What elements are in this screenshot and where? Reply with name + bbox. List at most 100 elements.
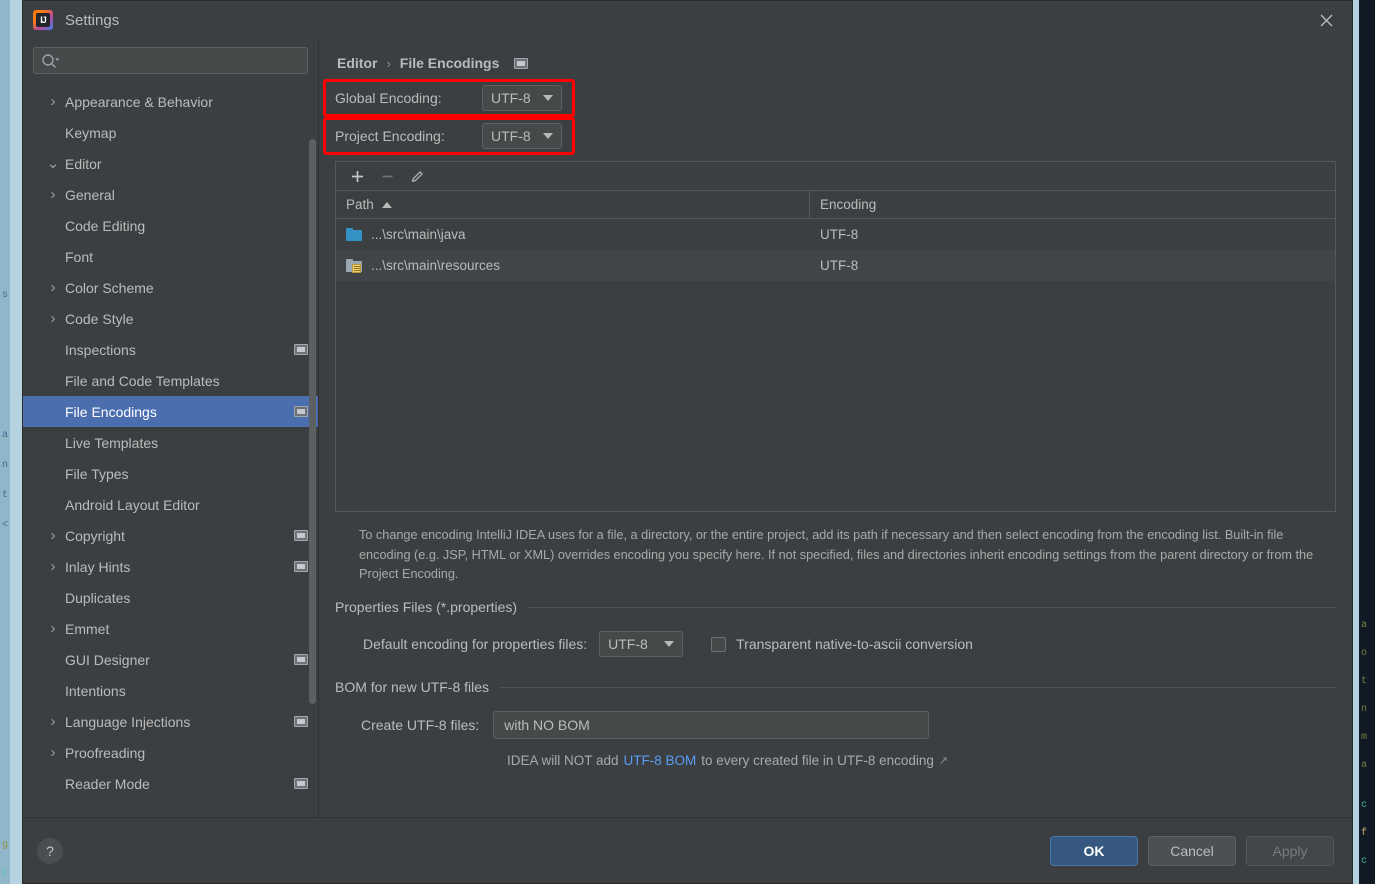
create-utf8-dropdown[interactable]: with NO BOM (493, 711, 930, 740)
edit-pencil-icon[interactable] (404, 165, 430, 188)
cancel-button[interactable]: Cancel (1148, 835, 1236, 866)
table-body: ...\src\main\java UTF-8 ...\src\main\resou… (336, 219, 1335, 281)
sidebar-item-android-layout-editor[interactable]: ›Android Layout Editor (23, 489, 318, 520)
create-utf8-label: Create UTF-8 files: (361, 717, 480, 734)
sidebar-item-live-templates[interactable]: ›Live Templates (23, 427, 318, 458)
sidebar-item-file-types[interactable]: ›File Types (23, 458, 318, 489)
sidebar-item-intentions[interactable]: ›Intentions (23, 675, 318, 706)
chevron-right-icon[interactable]: › (45, 93, 61, 110)
search-box[interactable] (33, 47, 308, 74)
global-encoding-label: Global Encoding: (335, 90, 442, 106)
table-cell-path: ...\src\main\java (336, 227, 810, 242)
column-header-encoding[interactable]: Encoding (810, 191, 1335, 218)
sidebar-item-label: Inspections (65, 341, 136, 358)
chevron-right-icon[interactable]: › (45, 620, 61, 637)
breadcrumb-parent[interactable]: Editor (337, 55, 377, 71)
backdrop-left-ghost: g (2, 840, 9, 851)
chevron-right-icon[interactable]: › (45, 186, 61, 203)
breadcrumb: Editor › File Encodings (335, 39, 1336, 75)
bom-section: BOM for new UTF-8 files Create UTF-8 fil… (335, 679, 1336, 768)
encodings-help-text: To change encoding IntelliJ IDEA uses fo… (359, 528, 1314, 582)
sidebar-item-file-and-code-templates[interactable]: ›File and Code Templates (23, 365, 318, 396)
add-path-button[interactable] (344, 165, 370, 188)
sidebar-item-label: Language Injections (65, 713, 191, 730)
sidebar-item-label: File Encodings (65, 403, 157, 420)
utf8-bom-link[interactable]: UTF-8 BOM (624, 753, 697, 768)
table-row[interactable]: ...\src\main\resources UTF-8 (336, 250, 1335, 281)
sidebar-item-appearance-behavior[interactable]: › Appearance & Behavior (23, 86, 318, 117)
table-cell-path-label: ...\src\main\java (371, 227, 466, 242)
chevron-down-icon[interactable]: ⌄ (45, 156, 61, 171)
project-scope-icon (294, 561, 308, 572)
column-header-path-label: Path (346, 197, 374, 212)
project-encoding-value: UTF-8 (491, 128, 531, 144)
encodings-table-block: Path Encoding ...\src\main\java UTF-8 ...\… (335, 161, 1336, 512)
sidebar-item-editor[interactable]: ⌄ Editor (23, 148, 318, 179)
sidebar-item-language-injections[interactable]: › Language Injections (23, 706, 318, 737)
column-header-path[interactable]: Path (336, 191, 810, 218)
sidebar-item-label: Inlay Hints (65, 558, 131, 575)
project-scope-icon (294, 530, 308, 541)
sidebar-item-file-encodings[interactable]: ›File Encodings (23, 396, 318, 427)
chevron-right-icon[interactable]: › (45, 713, 61, 730)
sidebar-item-general[interactable]: › General (23, 179, 318, 210)
section-divider (499, 686, 1336, 688)
sidebar-item-code-style[interactable]: › Code Style (23, 303, 318, 334)
bom-hint-line: IDEA will NOT add UTF-8 BOM to every cre… (335, 753, 1336, 768)
backdrop-left-ghost: a (2, 430, 9, 441)
chevron-right-icon[interactable]: › (45, 744, 61, 761)
table-cell-encoding[interactable]: UTF-8 (810, 258, 1335, 273)
sidebar-item-label: GUI Designer (65, 651, 150, 668)
sidebar-item-inspections[interactable]: ›Inspections (23, 334, 318, 365)
remove-path-button[interactable] (374, 165, 400, 188)
chevron-right-icon[interactable]: › (45, 279, 61, 296)
column-header-encoding-label: Encoding (820, 197, 877, 212)
global-encoding-row: Global Encoding: UTF-8 (335, 81, 1336, 115)
apply-button[interactable]: Apply (1246, 835, 1334, 866)
sidebar-item-emmet[interactable]: › Emmet (23, 613, 318, 644)
sidebar-item-reader-mode[interactable]: ›Reader Mode (23, 768, 318, 799)
breadcrumb-current: File Encodings (399, 55, 500, 71)
folder-resource-icon (346, 259, 362, 273)
chevron-right-icon[interactable]: › (45, 527, 61, 544)
table-cell-path-label: ...\src\main\resources (371, 258, 501, 273)
dialog-titlebar: IJ Settings (23, 1, 1352, 39)
chevron-right-icon[interactable]: › (45, 558, 61, 575)
sidebar-scrollbar[interactable] (309, 139, 316, 704)
project-scope-icon (294, 406, 308, 417)
external-link-icon: ↗ (938, 755, 949, 768)
global-encoding-dropdown[interactable]: UTF-8 (482, 85, 562, 111)
transparent-conversion-checkbox[interactable] (711, 636, 727, 652)
sidebar-item-font[interactable]: ›Font (23, 241, 318, 272)
backdrop-code-ghost: f (1361, 828, 1368, 839)
sidebar-item-inlay-hints[interactable]: › Inlay Hints (23, 551, 318, 582)
settings-sidebar: ›Appearance & Behavior›Keymap⌄Editor›Gen… (23, 39, 319, 817)
backdrop-code-ghost: c (1361, 800, 1368, 811)
table-toolbar (335, 161, 1336, 190)
transparent-conversion-row[interactable]: Transparent native-to-ascii conversion (711, 636, 973, 652)
project-encoding-row: Project Encoding: UTF-8 (335, 119, 1336, 153)
backdrop-code-ghost: a (1361, 620, 1368, 631)
dialog-title: Settings (65, 11, 120, 29)
sidebar-item-label: Appearance & Behavior (65, 93, 213, 110)
sidebar-item-color-scheme[interactable]: › Color Scheme (23, 272, 318, 303)
sidebar-item-gui-designer[interactable]: ›GUI Designer (23, 644, 318, 675)
sidebar-item-copyright[interactable]: › Copyright (23, 520, 318, 551)
sidebar-item-proofreading[interactable]: › Proofreading (23, 737, 318, 768)
sidebar-item-label: Duplicates (65, 589, 131, 606)
search-input[interactable] (66, 52, 299, 69)
project-encoding-dropdown[interactable]: UTF-8 (482, 123, 562, 149)
sidebar-item-code-editing[interactable]: ›Code Editing (23, 210, 318, 241)
chevron-down-icon (664, 641, 675, 648)
table-row[interactable]: ...\src\main\java UTF-8 (336, 219, 1335, 250)
ok-button[interactable]: OK (1050, 835, 1138, 866)
backdrop-code-ghost: o (1361, 648, 1368, 659)
chevron-right-icon[interactable]: › (45, 310, 61, 327)
help-button[interactable]: ? (37, 837, 63, 864)
properties-encoding-dropdown[interactable]: UTF-8 (599, 631, 684, 658)
close-icon[interactable] (1308, 5, 1344, 35)
sidebar-item-keymap[interactable]: ›Keymap (23, 117, 318, 148)
properties-encoding-value: UTF-8 (608, 636, 648, 653)
sidebar-item-duplicates[interactable]: ›Duplicates (23, 582, 318, 613)
table-cell-encoding[interactable]: UTF-8 (810, 227, 1335, 242)
